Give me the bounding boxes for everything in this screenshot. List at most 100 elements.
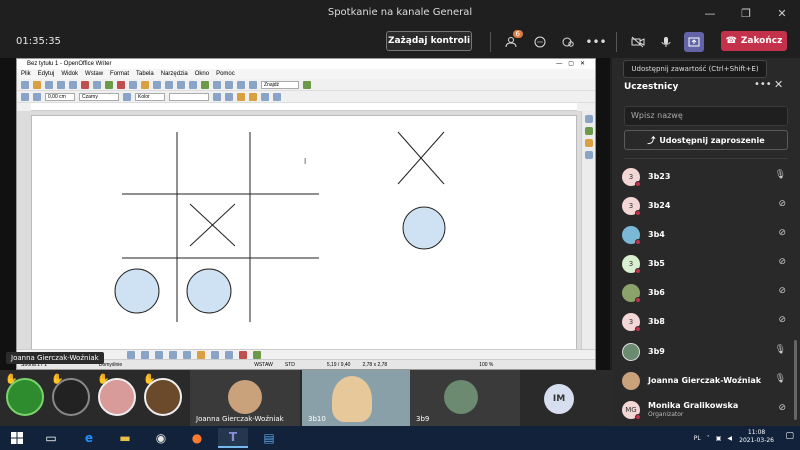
- participant-avatar[interactable]: [144, 378, 182, 416]
- properties-icon[interactable]: [584, 115, 593, 123]
- participant-avatar[interactable]: [52, 378, 90, 416]
- email-icon[interactable]: [57, 80, 65, 89]
- find-next-icon[interactable]: [303, 80, 311, 89]
- network-icon[interactable]: ▣: [716, 435, 722, 442]
- menu-item[interactable]: Tabela: [136, 69, 154, 79]
- menu-item[interactable]: Edytuj: [38, 69, 55, 79]
- draw-functions-icon[interactable]: [201, 80, 209, 89]
- arrows-icon[interactable]: [211, 350, 219, 359]
- participants-icon[interactable]: 6: [502, 30, 523, 52]
- task-view-icon[interactable]: ▭: [36, 428, 66, 448]
- x-mark-sample[interactable]: [397, 131, 445, 185]
- rectangle-icon[interactable]: [155, 350, 163, 359]
- anchor-icon[interactable]: [21, 92, 29, 101]
- menu-item[interactable]: Narzędzia: [161, 69, 188, 79]
- table-icon[interactable]: [189, 80, 197, 89]
- video-tile[interactable]: 3b9: [410, 370, 520, 426]
- navigator-icon[interactable]: [213, 80, 221, 89]
- hyperlink-icon[interactable]: [177, 80, 185, 89]
- firefox-icon[interactable]: ●: [182, 428, 212, 448]
- reactions-icon[interactable]: [558, 32, 578, 52]
- participant-row[interactable]: 3b4 ⊘: [622, 223, 790, 247]
- notifications-icon[interactable]: ▢: [785, 431, 794, 441]
- copy-icon[interactable]: [129, 80, 137, 89]
- share-invite-button[interactable]: ⤴ Udostępnij zaproszenie: [624, 130, 788, 150]
- area-style-icon[interactable]: [123, 92, 131, 101]
- area-mode-field[interactable]: Kolor: [135, 92, 165, 101]
- zoom-icon[interactable]: [237, 80, 245, 89]
- wrap-on-icon[interactable]: [225, 92, 233, 101]
- participant-row[interactable]: 3b6 ⊘: [622, 281, 790, 305]
- shapes-icon[interactable]: [197, 350, 205, 359]
- styles-icon[interactable]: [584, 127, 593, 135]
- polygon-icon[interactable]: [183, 350, 191, 359]
- select-icon[interactable]: [127, 350, 135, 359]
- redo-icon[interactable]: [165, 80, 173, 89]
- taskbar-clock[interactable]: 11:08 2021-03-26: [739, 429, 774, 445]
- spellcheck-icon[interactable]: [105, 80, 113, 89]
- video-tile[interactable]: 3b10: [302, 370, 412, 426]
- participant-row[interactable]: 3 3b23 🎙: [622, 165, 790, 189]
- x-mark-center[interactable]: [189, 203, 236, 247]
- participant-avatar[interactable]: [6, 378, 44, 416]
- openoffice-writer-icon[interactable]: ▤: [254, 428, 284, 448]
- tray-up-icon[interactable]: ˄: [707, 435, 710, 442]
- share-content-icon[interactable]: [684, 32, 704, 52]
- save-icon[interactable]: [45, 80, 53, 89]
- line-style-icon[interactable]: [33, 92, 41, 101]
- participant-search-input[interactable]: Wpisz nazwę: [624, 106, 788, 126]
- bring-to-front-icon[interactable]: [237, 92, 245, 101]
- teams-icon[interactable]: T: [218, 428, 248, 448]
- navigator-sidebar-icon[interactable]: [584, 151, 593, 159]
- camera-off-icon[interactable]: [628, 32, 648, 52]
- participant-row[interactable]: 3 3b8 ⊘: [622, 310, 790, 334]
- menu-item[interactable]: Okno: [195, 69, 209, 79]
- print-icon[interactable]: [93, 80, 101, 89]
- group-icon[interactable]: [273, 92, 281, 101]
- participant-row[interactable]: MG Monika Gralikowska Organizator ⊘: [622, 398, 790, 422]
- find-field[interactable]: Znajdź: [261, 80, 299, 89]
- participant-avatar[interactable]: [98, 378, 136, 416]
- chrome-icon[interactable]: ◉: [146, 428, 176, 448]
- close-icon[interactable]: ✕: [774, 78, 783, 91]
- cut-icon[interactable]: [117, 80, 125, 89]
- request-control-button[interactable]: Zażądaj kontroli: [386, 31, 472, 51]
- o-mark-sample[interactable]: [402, 206, 446, 250]
- new-doc-icon[interactable]: [21, 80, 29, 89]
- ellipse-icon[interactable]: [169, 350, 177, 359]
- open-icon[interactable]: [33, 80, 41, 89]
- menu-item[interactable]: Format: [110, 69, 129, 79]
- extrusion-icon[interactable]: [253, 350, 261, 359]
- callouts-icon[interactable]: [225, 350, 233, 359]
- gallery-sidebar-icon[interactable]: [584, 139, 593, 147]
- volume-icon[interactable]: ◀: [727, 435, 732, 442]
- microphone-icon[interactable]: [656, 32, 676, 52]
- chat-icon[interactable]: [530, 32, 550, 52]
- participant-row[interactable]: 3b9 🎙: [622, 340, 790, 364]
- close-window-button[interactable]: ✕: [764, 0, 800, 26]
- vertical-scrollbar[interactable]: [581, 111, 595, 357]
- o-mark-bottom-center[interactable]: [186, 268, 232, 314]
- language-indicator[interactable]: PL: [694, 435, 701, 442]
- area-fill-field[interactable]: [169, 92, 209, 101]
- o-mark-bottom-left[interactable]: [114, 268, 160, 314]
- start-icon[interactable]: [2, 428, 32, 448]
- more-options-icon[interactable]: •••: [754, 79, 772, 90]
- file-explorer-icon[interactable]: ▬: [110, 428, 140, 448]
- align-icon[interactable]: [261, 92, 269, 101]
- line-width-field[interactable]: 0,00 cm: [45, 92, 75, 101]
- participant-row[interactable]: Joanna Gierczak-Woźniak 🎙: [622, 369, 790, 393]
- video-tile[interactable]: Joanna Gierczak-Woźniak: [190, 370, 300, 426]
- export-pdf-icon[interactable]: [81, 80, 89, 89]
- menu-item[interactable]: Widok: [61, 69, 78, 79]
- leave-meeting-button[interactable]: ☎ Zakończ: [721, 31, 787, 51]
- line-color-field[interactable]: Czarny: [79, 92, 119, 101]
- undo-icon[interactable]: [153, 80, 161, 89]
- menu-item[interactable]: Wstaw: [85, 69, 103, 79]
- gallery-icon[interactable]: [225, 80, 233, 89]
- help-icon[interactable]: [249, 80, 257, 89]
- edit-doc-icon[interactable]: [69, 80, 77, 89]
- fontwork-icon[interactable]: [239, 350, 247, 359]
- more-actions-icon[interactable]: •••: [585, 32, 606, 52]
- wrap-off-icon[interactable]: [213, 92, 221, 101]
